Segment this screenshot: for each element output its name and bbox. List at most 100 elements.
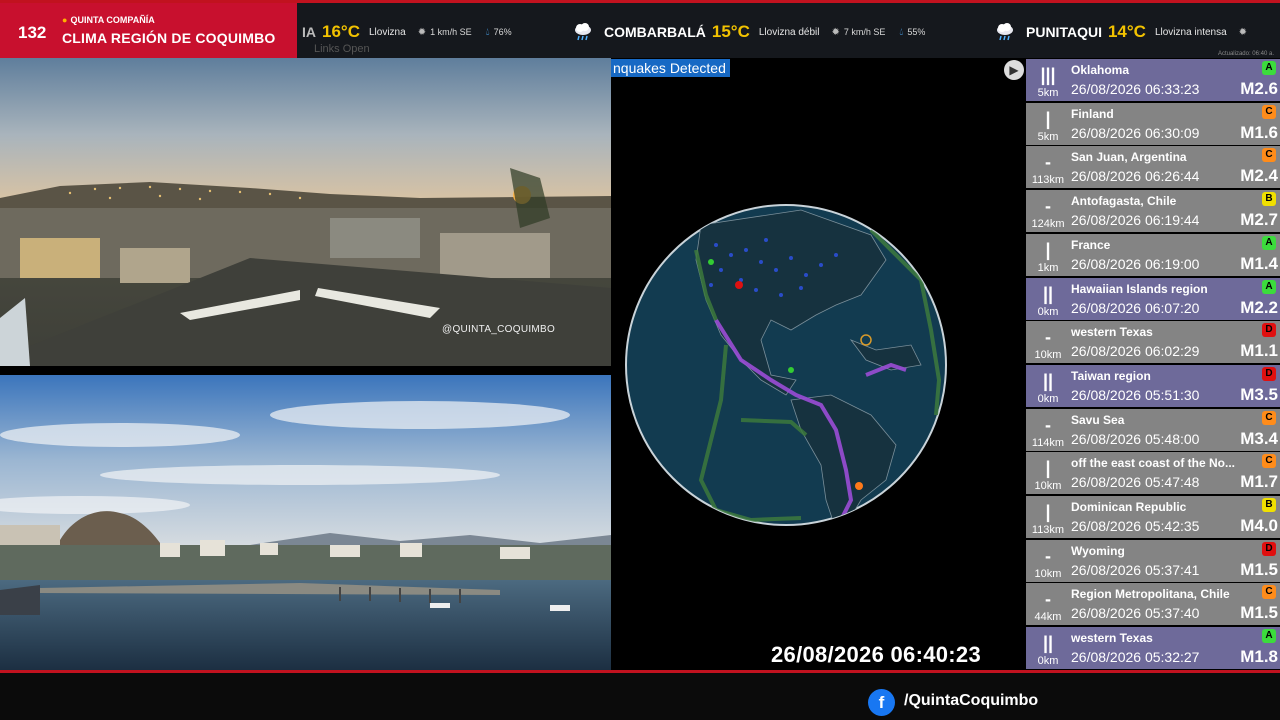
quake-depth: 114km <box>1031 436 1065 449</box>
quake-place: western Texas <box>1071 631 1153 646</box>
quake-intensity-bars: - <box>1045 327 1051 348</box>
quake-level-badge: C <box>1262 454 1276 469</box>
map-clock: 26/08/2026 06:40:23 <box>771 642 981 667</box>
ghost-links-text: Links Open <box>314 43 370 55</box>
quake-level-badge: D <box>1262 541 1276 556</box>
ticker-condition: Llovizna <box>368 26 406 38</box>
quake-intensity-bars: || <box>1042 633 1054 654</box>
quake-intensity-bars: ||| <box>1040 65 1056 85</box>
quake-depth: 0km <box>1037 305 1059 318</box>
quake-row[interactable]: | 113km Dominican Republic 26/08/2026 05:42… <box>1026 496 1280 538</box>
quake-intensity-bars: || <box>1042 283 1054 304</box>
quake-level-badge: B <box>1262 192 1276 207</box>
quake-time: 26/08/2026 05:37:40 <box>1071 605 1200 622</box>
quake-level-badge: D <box>1262 366 1276 381</box>
ticker-humidity: 💧︎ 76% <box>485 26 512 38</box>
quake-row[interactable]: | 5km Finland 26/08/2026 06:30:09 M1.6 C <box>1026 102 1280 145</box>
quake-place: off the east coast of the No... <box>1071 456 1236 471</box>
quake-level-badge: A <box>1262 629 1276 644</box>
ticker-temp: 15°C <box>711 22 750 41</box>
quake-magnitude: M1.8 <box>1240 647 1278 667</box>
rain-cloud-icon <box>997 23 1013 41</box>
quake-row[interactable]: | 10km off the east coast of the No... 26/0… <box>1026 452 1280 495</box>
quake-time: 26/08/2026 06:19:44 <box>1071 212 1200 229</box>
quake-time: 26/08/2026 06:19:00 <box>1071 255 1200 272</box>
quake-row[interactable]: || 0km Taiwan region 26/08/2026 05:51:30 M3.… <box>1026 364 1280 407</box>
camera-divider <box>0 366 611 375</box>
next-arrow-button[interactable]: ▶ <box>1004 60 1024 80</box>
top-bar: 132 ● QUINTA COMPAÑÍA CLIMA REGIÓN DE COQ… <box>0 0 1280 58</box>
quake-magnitude: M2.6 <box>1240 79 1278 98</box>
quake-row[interactable]: || 0km western Texas 26/08/2026 05:32:27 M1.… <box>1026 627 1280 670</box>
quake-intensity-bars: - <box>1045 545 1051 566</box>
quake-time: 26/08/2026 05:51:30 <box>1071 386 1200 403</box>
quake-row[interactable]: -124km Antofagasta, Chile 26/08/2026 06:19… <box>1026 190 1280 233</box>
wind-icon: ✹ <box>1238 26 1248 38</box>
ticker-temp: 14°C <box>1107 22 1146 41</box>
ticker-temp: 16°C <box>322 22 360 41</box>
quake-place: western Texas <box>1071 325 1153 340</box>
quake-time: 26/08/2026 05:47:48 <box>1071 474 1200 491</box>
quake-magnitude: M1.6 <box>1240 122 1278 142</box>
quake-depth: 10km <box>1034 349 1062 362</box>
quake-row[interactable]: | 1km France 26/08/2026 06:19:00 M1.4 A <box>1026 233 1280 276</box>
quake-depth: 0km <box>1037 392 1059 405</box>
facebook-icon[interactable]: f <box>868 689 895 716</box>
quake-time: 26/08/2026 06:33:23 <box>1071 81 1200 97</box>
brand-org: ● QUINTA COMPAÑÍA <box>62 15 155 25</box>
brand-number: 132 <box>18 23 47 42</box>
quake-intensity-bars: | <box>1045 108 1051 129</box>
quake-place: France <box>1071 237 1111 252</box>
quake-depth: 10km <box>1034 480 1062 493</box>
quake-row[interactable]: -44km Region Metropolitana, Chile 26/08/20… <box>1026 583 1280 626</box>
quake-magnitude: M2.7 <box>1240 210 1278 230</box>
quake-depth: 0km <box>1037 655 1059 668</box>
quake-level-badge: C <box>1262 104 1276 119</box>
quake-depth: 113km <box>1031 174 1065 187</box>
quake-magnitude: M1.7 <box>1240 472 1278 492</box>
facebook-handle[interactable]: /QuintaCoquimbo <box>904 692 1038 710</box>
quake-place: Savu Sea <box>1071 412 1125 427</box>
quake-row[interactable]: -10km Wyoming 26/08/2026 05:37:41 M1.5 D <box>1026 539 1280 582</box>
quake-level-badge: C <box>1262 410 1276 425</box>
updated-text: Actualizado: 06:40 a. <box>1217 51 1274 57</box>
quake-row[interactable]: -114km Savu Sea 26/08/2026 05:48:00 M3.4 C <box>1026 408 1280 451</box>
camera-image-rooftop <box>0 58 611 366</box>
ticker-wind: ✹ 1 km/h SE <box>417 26 472 38</box>
quake-intensity-bars: - <box>1045 414 1051 435</box>
quake-time: 26/08/2026 05:32:27 <box>1071 649 1200 666</box>
ticker-wind: ✹ <box>1239 27 1251 38</box>
ticker-city: PUNITAQUI <box>1026 24 1102 40</box>
rain-cloud-icon <box>575 23 591 41</box>
quake-time: 26/08/2026 05:48:00 <box>1071 430 1200 447</box>
quake-row[interactable]: -10km western Texas 26/08/2026 06:02:29 M1.… <box>1026 321 1280 364</box>
quake-level-badge: A <box>1262 279 1276 294</box>
quake-depth: 5km <box>1037 87 1059 99</box>
quake-depth: 1km <box>1037 261 1059 274</box>
quake-intensity-bars: | <box>1045 458 1051 479</box>
ticker-item: IA 16°C Llovizna ✹ 1 km/h SE 💧︎ 76% <box>302 21 526 43</box>
quake-magnitude: M1.5 <box>1240 559 1278 579</box>
quake-time: 26/08/2026 06:30:09 <box>1071 124 1200 141</box>
quake-time: 26/08/2026 06:26:44 <box>1071 168 1200 185</box>
ticker-condition: Llovizna intensa <box>1154 26 1227 38</box>
quake-place: Dominican Republic <box>1071 500 1187 514</box>
ticker-city: IA <box>302 24 316 40</box>
quake-row[interactable]: || 0km Hawaiian Islands region 26/08/2026 0… <box>1026 277 1280 320</box>
quake-intensity-bars: | <box>1045 502 1051 522</box>
wind-icon: ✹ <box>831 26 840 38</box>
quake-place: Hawaiian Islands region <box>1071 281 1208 296</box>
camera-watermark: @QUINTA_COQUIMBO <box>442 324 556 335</box>
quake-magnitude: M2.4 <box>1240 166 1278 186</box>
earthquake-list: ||| 5km Oklahoma 26/08/2026 06:33:23 M2.6 A | 5… <box>1025 58 1280 670</box>
brand-title: CLIMA REGIÓN DE COQUIMBO <box>62 30 276 46</box>
quake-level-badge: B <box>1262 498 1276 512</box>
ticker-city: COMBARBALÁ <box>604 24 706 40</box>
quake-row[interactable]: ||| 5km Oklahoma 26/08/2026 06:33:23 M2.6 A <box>1026 59 1280 101</box>
camera-image-bay <box>0 375 611 670</box>
quake-place: Antofagasta, Chile <box>1071 194 1177 209</box>
quake-row[interactable]: -113km San Juan, Argentina 26/08/2026 06:2… <box>1026 146 1280 189</box>
wind-icon: ✹ <box>417 26 427 38</box>
quake-place: Finland <box>1071 106 1114 121</box>
quake-depth: 124km <box>1031 218 1065 231</box>
